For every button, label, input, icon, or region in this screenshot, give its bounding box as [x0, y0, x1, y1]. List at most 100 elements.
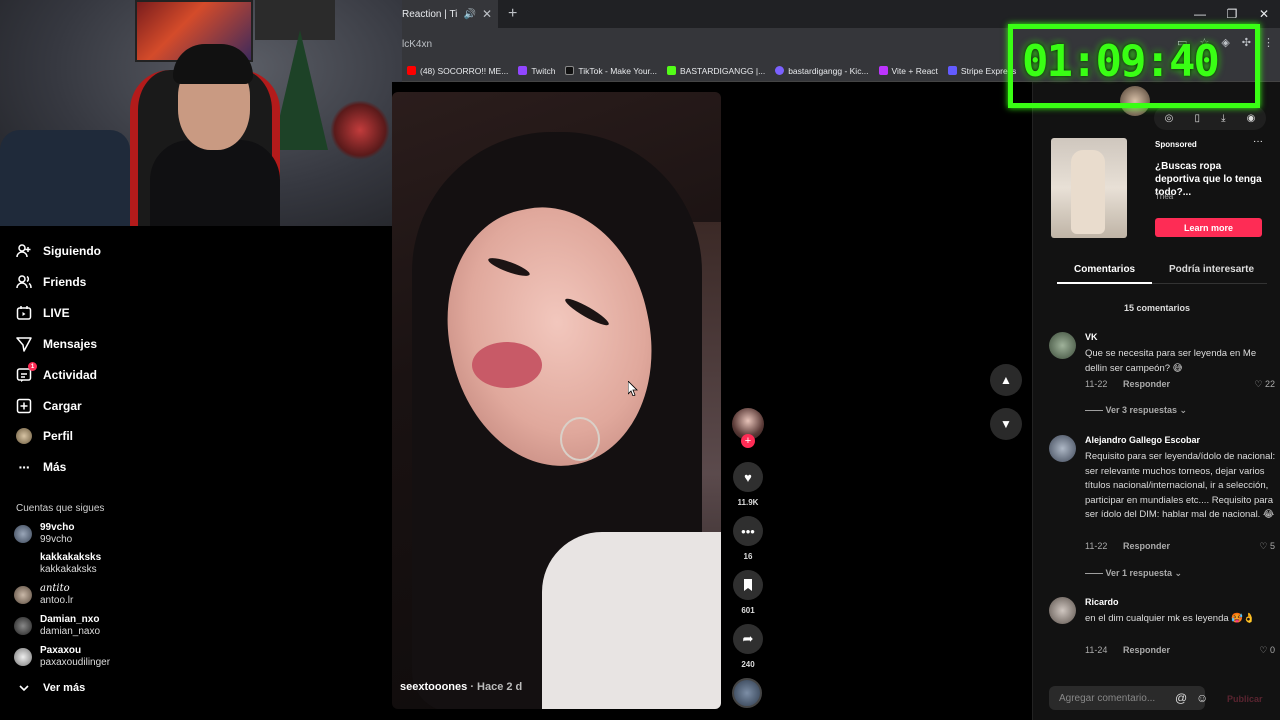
ad-brand: Thea	[1155, 192, 1174, 201]
see-more-button[interactable]: Ver más	[16, 680, 85, 696]
kick-icon	[667, 66, 677, 75]
following-account[interactable]: antito antoo.lr	[14, 583, 73, 607]
comment-button[interactable]: ••• 16	[732, 516, 764, 561]
bookmark-item[interactable]: TikTok - Make Your...	[560, 66, 662, 76]
compass-icon[interactable]: ◎	[1165, 113, 1174, 124]
browser-tab[interactable]: Reaction | TikTok 🔊 ✕	[402, 0, 498, 28]
account-username: 99vcho	[40, 522, 75, 533]
heart-outline-icon: ♡	[1254, 379, 1265, 389]
like-button[interactable]: ♥ 11.9K	[732, 462, 764, 507]
sidebar-label: Más	[43, 460, 67, 474]
sidebar-item-mas[interactable]: ··· Más	[16, 459, 67, 475]
bookmark-icon	[733, 570, 763, 600]
avatar[interactable]	[1049, 597, 1076, 624]
following-account[interactable]: Paxaxou paxaxoudilinger	[14, 645, 110, 669]
ad-sponsored-label: Sponsored	[1155, 140, 1197, 149]
account-name: antoo.lr	[40, 595, 74, 606]
comment-tabs: Comentarios Podría interesarte	[1057, 258, 1267, 284]
holiday-lights	[330, 100, 390, 160]
save-count: 601	[741, 606, 755, 615]
url-text[interactable]: lcK4xn	[402, 39, 432, 50]
sidebar-item-live[interactable]: LIVE	[16, 305, 70, 321]
bookmark-label: bastardigangg - Kic...	[788, 65, 869, 76]
ad-more-icon[interactable]: ···	[1253, 136, 1263, 147]
share-button[interactable]: ➦ 240	[732, 624, 764, 669]
bookmark-item[interactable]: Vite + React	[874, 66, 943, 76]
comment-like-button[interactable]: ♡ 22	[1254, 379, 1275, 390]
avatar[interactable]	[1049, 332, 1076, 359]
sidebar-label: Siguiendo	[43, 244, 101, 258]
account-name: 99vcho	[40, 534, 73, 545]
comment-count-label: 15 comentarios	[1123, 303, 1191, 313]
comment-like-count: 0	[1269, 645, 1275, 655]
sidebar-item-cargar[interactable]: Cargar	[16, 398, 82, 414]
bookmark-item[interactable]: (48) SOCORRO!! ME...	[402, 66, 513, 76]
activity-icon: 1	[16, 362, 37, 383]
video-earring	[560, 417, 600, 461]
comment-author[interactable]: Alejandro Gallego Escobar	[1085, 435, 1200, 445]
reply-button[interactable]: Responder	[1123, 379, 1170, 389]
mouse-cursor-icon	[628, 381, 638, 396]
sidebar-item-mensajes[interactable]: Mensajes	[16, 336, 97, 352]
christmas-tree	[272, 30, 328, 150]
tab-podria-interesarte[interactable]: Podría interesarte	[1169, 264, 1254, 275]
upload-icon	[16, 398, 32, 414]
new-tab-button[interactable]: +	[508, 5, 517, 23]
comment-author[interactable]: VK	[1085, 332, 1098, 342]
previous-video-button[interactable]: ▲	[990, 364, 1022, 396]
sidebar-item-actividad[interactable]: 1 Actividad	[16, 362, 97, 383]
video-player[interactable]: seextooones · Hace 2 d	[392, 92, 721, 709]
chevron-down-icon	[16, 680, 32, 696]
learn-more-button[interactable]: Learn more	[1155, 218, 1262, 237]
menu-dots-icon[interactable]: ⋮	[1263, 36, 1274, 49]
following-account[interactable]: kakkakaksks kakkakaksks	[14, 552, 101, 576]
comment-like-count: 22	[1264, 379, 1275, 389]
live-icon	[16, 305, 32, 321]
emoji-icon[interactable]: ☺	[1196, 691, 1208, 705]
sidebar-item-siguiendo[interactable]: Siguiendo	[16, 243, 101, 259]
account-username: Paxaxou	[40, 645, 82, 656]
comment-date: 11-22	[1085, 379, 1108, 389]
speaker-icon[interactable]: 🔊	[463, 9, 475, 20]
sidebar-item-friends[interactable]: Friends	[16, 274, 86, 290]
music-disc-avatar[interactable]	[732, 678, 762, 708]
following-account[interactable]: 99vcho 99vcho	[14, 522, 74, 546]
comment-like-button[interactable]: ♡ 0	[1259, 645, 1275, 656]
close-tab-icon[interactable]: ✕	[482, 7, 492, 21]
reply-button[interactable]: Responder	[1123, 645, 1170, 655]
comment-author[interactable]: Ricardo	[1085, 597, 1119, 607]
device-icon[interactable]: ▯	[1194, 113, 1200, 124]
view-replies-button[interactable]: —— Ver 1 respuesta ⌄	[1085, 568, 1182, 579]
bookmark-label: (48) SOCORRO!! ME...	[420, 65, 509, 76]
sidebar-item-perfil[interactable]: Perfil	[16, 428, 73, 444]
avatar[interactable]	[1049, 435, 1076, 462]
avatar-small-icon[interactable]: ◉	[1247, 113, 1256, 124]
share-count: 240	[741, 660, 755, 669]
following-account[interactable]: Damian_nxo damian_naxo	[14, 614, 100, 638]
mention-icon[interactable]: @	[1175, 691, 1187, 705]
reply-button[interactable]: Responder	[1123, 541, 1170, 551]
sidebar-label: Friends	[43, 275, 87, 289]
account-username: antito	[40, 583, 70, 594]
video-lips	[472, 342, 542, 388]
video-author[interactable]: seextooones	[400, 681, 467, 693]
follow-plus-icon[interactable]: +	[741, 434, 755, 448]
sofa	[0, 130, 130, 226]
comment-like-count: 5	[1269, 541, 1275, 551]
bookmark-item[interactable]: BASTARDIGANGG |...	[662, 66, 770, 76]
view-replies-button[interactable]: —— Ver 3 respuestas ⌄	[1085, 405, 1187, 416]
tab-comentarios[interactable]: Comentarios	[1074, 264, 1135, 275]
heart-icon: ♥	[733, 462, 763, 492]
bookmark-item[interactable]: bastardigangg - Kic...	[770, 66, 873, 76]
see-more-label: Ver más	[43, 682, 86, 694]
post-comment-button[interactable]: Publicar	[1227, 694, 1263, 704]
more-icon: ···	[18, 459, 31, 475]
download-icon[interactable]: ⤓	[1221, 113, 1225, 124]
account-name: kakkakaksks	[40, 564, 97, 575]
ad-image[interactable]	[1051, 138, 1127, 238]
bookmark-item[interactable]: Twitch	[513, 66, 560, 76]
like-count: 11.9K	[737, 498, 759, 507]
save-button[interactable]: 601	[732, 570, 764, 615]
next-video-button[interactable]: ▼	[990, 408, 1022, 440]
comment-like-button[interactable]: ♡ 5	[1259, 541, 1275, 552]
